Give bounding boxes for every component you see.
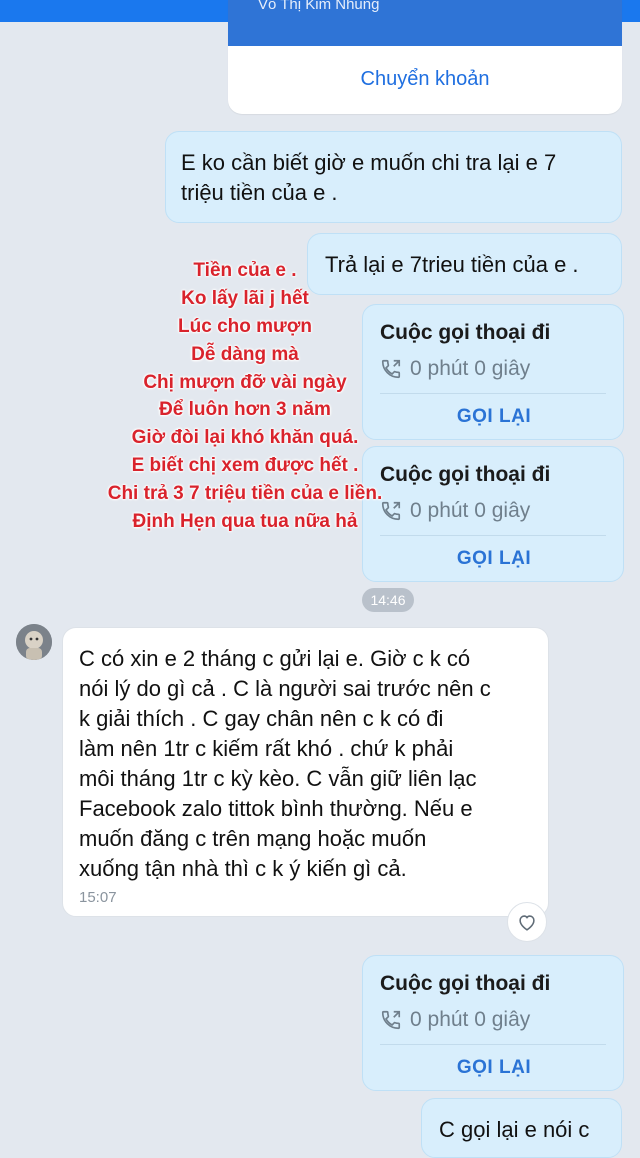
message-text-line: E ko cần biết giờ e muốn chi tra lại e 7	[181, 150, 557, 175]
call-title: Cuộc gọi thoại đi	[380, 972, 551, 995]
call-again-button[interactable]: GỌI LẠI	[363, 539, 625, 579]
avatar[interactable]	[16, 624, 52, 660]
overlay-annotation-line: Chị mượn đỡ vài ngày	[143, 372, 347, 393]
message-text-line: làm nên 1tr c kiếm rất khó . chứ k phải	[79, 736, 454, 761]
overlay-annotation-line: Để luôn hơn 3 năm	[159, 399, 331, 420]
call-duration: 0 phút 0 giây	[380, 1008, 530, 1032]
message-text-line: xuống tận nhà thì c k ý kiến gì cả.	[79, 856, 407, 881]
react-heart-button[interactable]	[507, 902, 547, 942]
overlay-annotation-line: Ko lấy lãi j hết	[181, 288, 309, 309]
call-duration-text: 0 phút 0 giây	[410, 1008, 531, 1031]
sent-message[interactable]: C gọi lại e nói c	[421, 1098, 622, 1158]
message-text-line: muốn đăng c trên mạng hoặc muốn	[79, 826, 427, 851]
transfer-recipient-name: Võ Thị Kim Nhung	[258, 0, 380, 13]
time-separator-badge: 14:46	[362, 588, 414, 612]
overlay-annotation-line: Tiền của e .	[193, 260, 297, 281]
sent-message[interactable]: E ko cần biết giờ e muốn chi tra lại e 7…	[165, 131, 622, 223]
overlay-annotation-line: Chi trả 3 7 triệu tiền của e liền.	[107, 483, 383, 504]
divider	[380, 1044, 606, 1045]
received-message[interactable]: C có xin e 2 tháng c gửi lại e. Giờ c k …	[62, 627, 549, 917]
avatar-image	[16, 624, 52, 660]
overlay-annotation-line: Dễ dàng mà	[191, 344, 299, 365]
message-text: C gọi lại e nói c	[439, 1117, 590, 1142]
phone-outgoing-icon	[381, 1010, 401, 1030]
message-time: 15:07	[79, 889, 117, 906]
overlay-annotation-line: Giờ đòi lại khó khăn quá.	[131, 427, 359, 448]
message-text-line: môi tháng 1tr c kỳ kèo. C vẫn giữ liên l…	[79, 766, 477, 791]
transfer-card-header: Võ Thị Kim Nhung	[228, 0, 622, 46]
overlay-annotation-line: Định Hẹn qua tua nữa hả	[132, 511, 358, 532]
message-text-line: C có xin e 2 tháng c gửi lại e. Giờ c k …	[79, 646, 471, 671]
call-again-button[interactable]: GỌI LẠI	[363, 1048, 625, 1088]
bank-transfer-card[interactable]: Võ Thị Kim Nhung Chuyển khoản	[228, 0, 622, 114]
overlay-annotation-line: Lúc cho mượn	[178, 316, 312, 337]
divider	[380, 535, 606, 536]
overlay-annotation-line: E biết chị xem được hết .	[131, 455, 359, 476]
heart-outline-icon	[519, 915, 535, 931]
outgoing-call-card[interactable]: Cuộc gọi thoại đi 0 phút 0 giây GỌI LẠI	[362, 955, 624, 1091]
message-text-line: Facebook zalo tittok bình thường. Nếu e	[79, 796, 473, 821]
message-text-line: triệu tiền của e .	[181, 180, 338, 205]
message-text-line: k giải thích . C gay chân nên c k có đi	[79, 706, 444, 731]
message-text-line: nói lý do gì cả . C là người sai trước n…	[79, 676, 491, 701]
transfer-button[interactable]: Chuyển khoản	[228, 54, 622, 104]
